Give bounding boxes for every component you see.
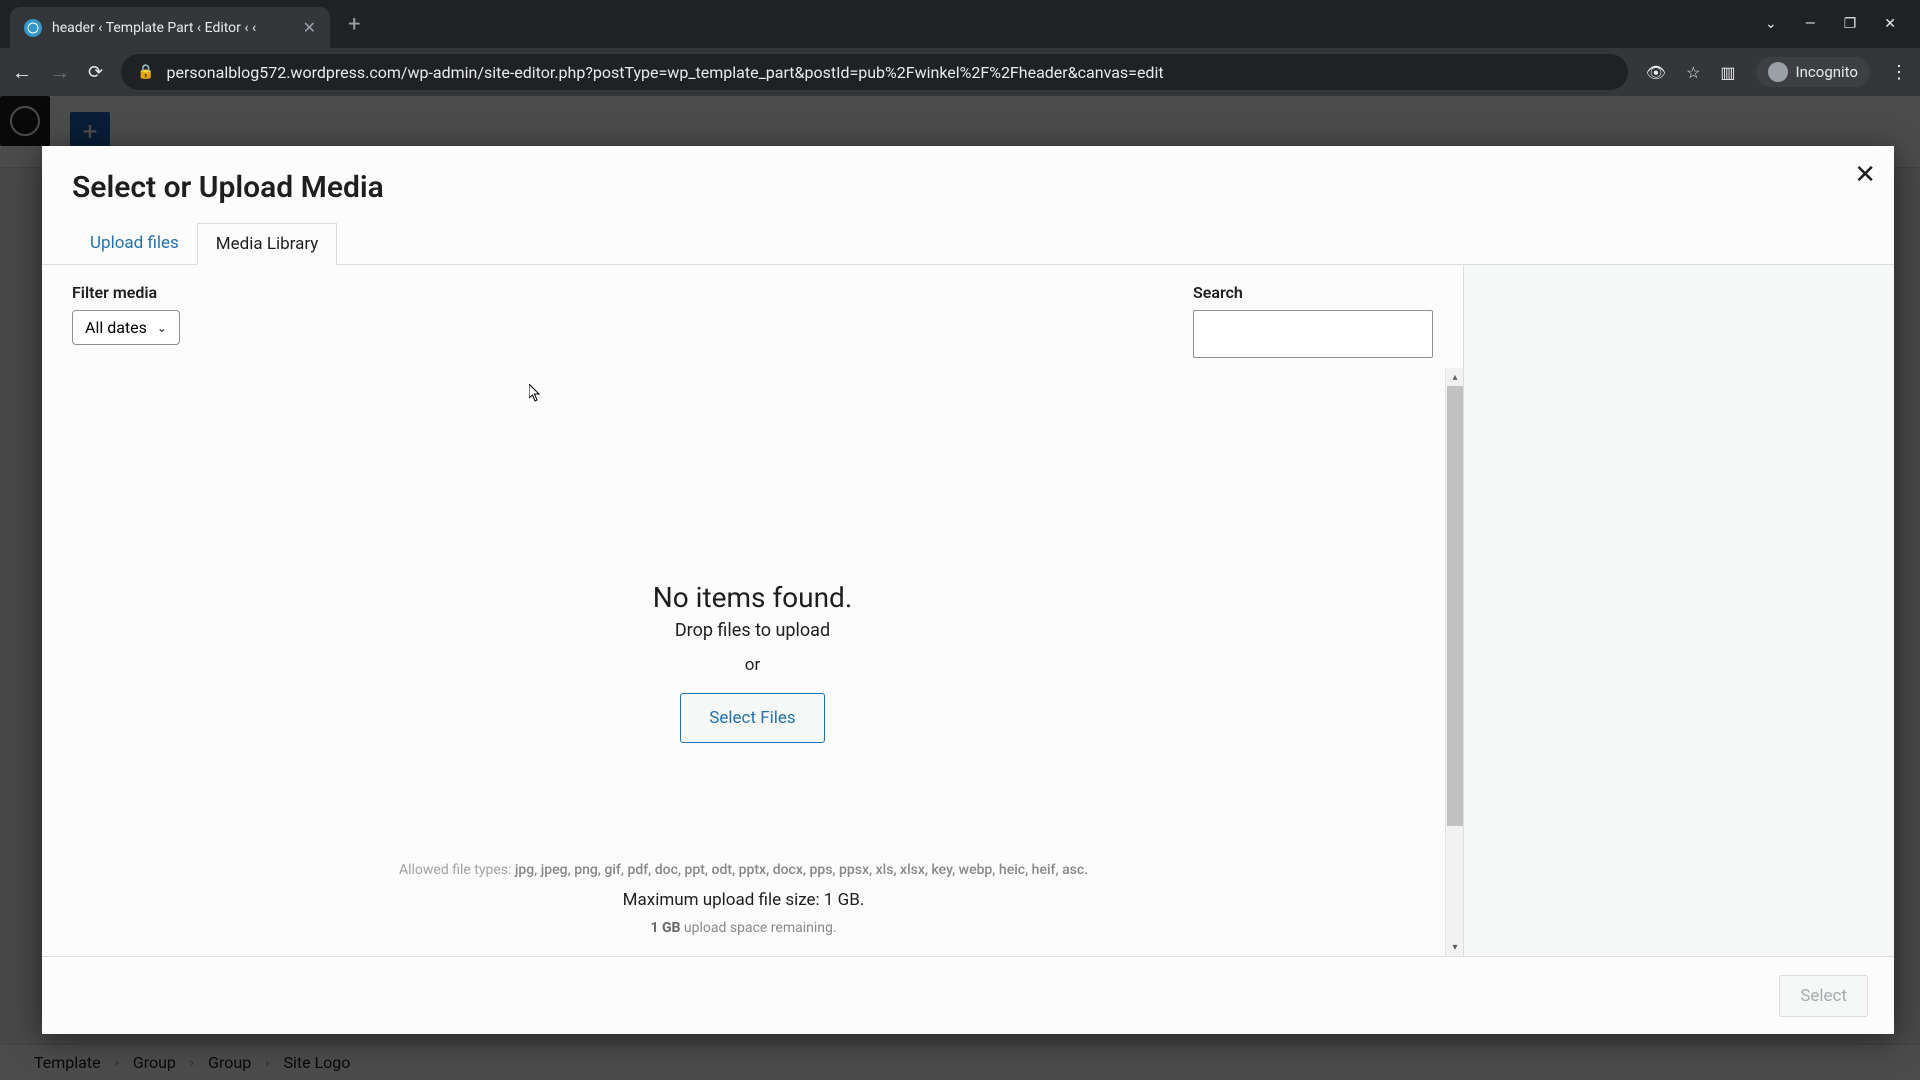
scroll-down-icon[interactable]: ▾ — [1446, 938, 1464, 956]
tab-upload-files[interactable]: Upload files — [72, 223, 197, 264]
max-upload-size: Maximum upload file size: 1 GB. — [42, 890, 1445, 910]
lock-icon: 🔒 — [137, 64, 154, 80]
allowed-file-types: Allowed file types: jpg, jpeg, png, gif,… — [42, 862, 1445, 878]
tab-title: header ‹ Template Part ‹ Editor ‹ ‹ — [52, 20, 293, 36]
tab-dropdown-icon[interactable]: ⌄ — [1765, 16, 1777, 32]
modal-tabs: Upload files Media Library — [42, 205, 1894, 265]
filter-media-group: Filter media All dates ⌄ — [72, 283, 180, 358]
incognito-badge[interactable]: Incognito — [1756, 57, 1870, 87]
media-grid-area: No items found. Drop files to upload or … — [42, 368, 1463, 956]
incognito-icon — [1768, 62, 1788, 82]
address-bar-icons: 👁 ☆ ▥ Incognito ⋮ — [1646, 57, 1908, 87]
space-remaining-value: 1 GB — [650, 920, 680, 936]
scrollbar-thumb[interactable] — [1447, 386, 1463, 826]
browser-tab-strip: header ‹ Template Part ‹ Editor ‹ ‹ ✕ + … — [0, 0, 1920, 48]
incognito-label: Incognito — [1796, 63, 1858, 81]
back-button[interactable]: ← — [12, 60, 32, 85]
browser-tab[interactable]: header ‹ Template Part ‹ Editor ‹ ‹ ✕ — [10, 7, 330, 48]
tab-media-library[interactable]: Media Library — [197, 223, 338, 265]
upload-file-info: Allowed file types: jpg, jpeg, png, gif,… — [42, 862, 1445, 936]
empty-state: No items found. Drop files to upload or … — [653, 581, 852, 743]
close-window-button[interactable]: ✕ — [1884, 16, 1896, 32]
modal-header: Select or Upload Media — [42, 146, 1894, 205]
forward-button[interactable]: → — [50, 60, 70, 85]
allowed-prefix: Allowed file types: — [399, 862, 515, 878]
maximize-button[interactable]: ❐ — [1844, 16, 1857, 32]
no-items-text: No items found. — [653, 581, 852, 614]
modal-title: Select or Upload Media — [72, 170, 1864, 205]
allowed-types-list: jpg, jpeg, png, gif, pdf, doc, ppt, odt,… — [515, 862, 1088, 878]
chevron-down-icon: ⌄ — [157, 321, 167, 335]
address-bar: ← → ⟳ 🔒 personalblog572.wordpress.com/wp… — [0, 48, 1920, 96]
select-files-button[interactable]: Select Files — [680, 693, 824, 743]
space-remaining-text: upload space remaining. — [680, 920, 836, 936]
search-label: Search — [1193, 283, 1433, 302]
wordpress-favicon — [24, 19, 42, 37]
minimize-button[interactable]: ― — [1805, 16, 1816, 32]
window-controls: ⌄ ― ❐ ✕ — [1765, 16, 1920, 32]
drop-files-text: Drop files to upload — [653, 620, 852, 641]
or-text: or — [653, 655, 852, 675]
modal-footer: Select — [42, 956, 1894, 1034]
tab-close-icon[interactable]: ✕ — [303, 18, 316, 37]
select-button[interactable]: Select — [1779, 975, 1868, 1017]
extensions-icon[interactable]: ▥ — [1720, 63, 1735, 82]
space-remaining: 1 GB upload space remaining. — [42, 920, 1445, 936]
scroll-up-icon[interactable]: ▴ — [1446, 368, 1464, 386]
attachment-details-sidebar — [1464, 265, 1894, 956]
eye-off-icon[interactable]: 👁 — [1646, 63, 1666, 82]
reload-button[interactable]: ⟳ — [88, 62, 103, 83]
modal-close-button[interactable]: ✕ — [1854, 160, 1876, 190]
scrollbar[interactable]: ▴ ▾ — [1445, 368, 1463, 956]
url-text: personalblog572.wordpress.com/wp-admin/s… — [167, 63, 1612, 82]
bookmark-star-icon[interactable]: ☆ — [1686, 63, 1700, 82]
date-filter-select[interactable]: All dates ⌄ — [72, 310, 180, 345]
modal-content: Filter media All dates ⌄ Search No items… — [42, 265, 1894, 956]
date-filter-value: All dates — [85, 318, 147, 337]
media-content-main: Filter media All dates ⌄ Search No items… — [42, 265, 1464, 956]
search-input[interactable] — [1193, 310, 1433, 358]
filter-row: Filter media All dates ⌄ Search — [42, 265, 1463, 358]
filter-media-label: Filter media — [72, 283, 180, 302]
browser-menu-icon[interactable]: ⋮ — [1890, 62, 1908, 83]
url-bar[interactable]: 🔒 personalblog572.wordpress.com/wp-admin… — [121, 54, 1628, 90]
search-group: Search — [1193, 283, 1433, 358]
media-modal: ✕ Select or Upload Media Upload files Me… — [42, 146, 1894, 1034]
new-tab-button[interactable]: + — [348, 12, 360, 37]
